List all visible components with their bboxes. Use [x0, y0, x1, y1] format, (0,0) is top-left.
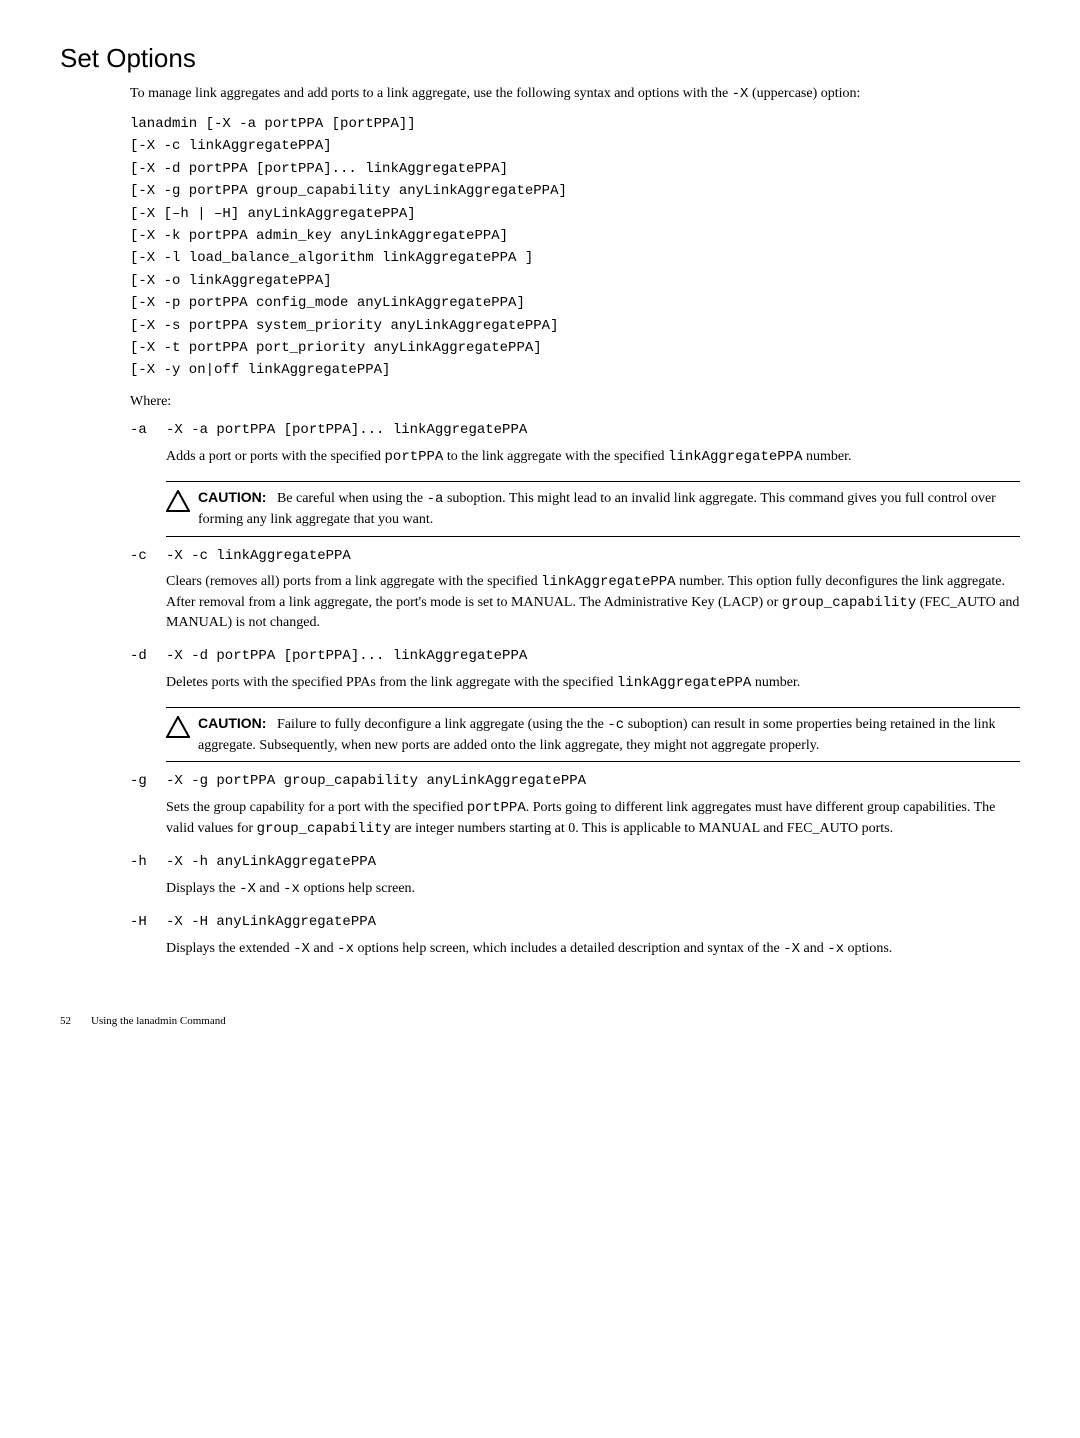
caution-label: CAUTION:: [198, 715, 266, 731]
opt-g-c1: portPPA: [467, 800, 526, 816]
syntax-line-5: [-X -k portPPA admin_key anyLinkAggregat…: [130, 225, 1020, 247]
option-h-cmd: -X -h anyLinkAggregatePPA: [166, 853, 1020, 873]
opt-H-d2: and: [310, 941, 337, 956]
syntax-line-8: [-X -p portPPA config_mode anyLinkAggreg…: [130, 292, 1020, 314]
option-a-desc-mid: to the link aggregate with the specified: [443, 449, 668, 464]
opt-H-d4: and: [800, 941, 827, 956]
syntax-line-9: [-X -s portPPA system_priority anyLinkAg…: [130, 315, 1020, 337]
syntax-line-0-pre: lanadmin: [130, 116, 206, 132]
option-h-key: -h: [130, 853, 166, 873]
opt-h-d2: and: [256, 881, 283, 896]
intro-text: To manage link aggregates and add ports …: [130, 84, 1020, 105]
option-big-h: -H -X -H anyLinkAggregatePPA Displays th…: [130, 913, 1020, 963]
caution1-pre: Be careful when using the: [277, 491, 427, 506]
syntax-line-7: [-X -o linkAggregatePPA]: [130, 270, 1020, 292]
opt-h-d1: Displays the: [166, 881, 239, 896]
caution2-code: -c: [607, 717, 624, 733]
intro-code: -X: [732, 86, 749, 102]
opt-c-c2: group_capability: [782, 595, 916, 611]
option-a-desc-pre: Adds a port or ports with the specified: [166, 449, 385, 464]
opt-c-c1: linkAggregatePPA: [541, 574, 675, 590]
option-c-key: -c: [130, 547, 166, 567]
opt-H-d3: options help screen, which includes a de…: [354, 941, 783, 956]
page-footer: 52 Using the lanadmin Command: [60, 1014, 1020, 1029]
option-g-desc: Sets the group capability for a port wit…: [166, 798, 1020, 839]
option-c-desc: Clears (removes all) ports from a link a…: [166, 572, 1020, 633]
syntax-line-2: [-X -d portPPA [portPPA]... linkAggregat…: [130, 158, 1020, 180]
opt-h-c2: -x: [283, 881, 300, 897]
option-a-cmd: -X -a portPPA [portPPA]... linkAggregate…: [166, 421, 1020, 441]
page-number: 52: [60, 1015, 71, 1027]
opt-H-d1: Displays the extended: [166, 941, 293, 956]
option-g-cmd: -X -g portPPA group_capability anyLinkAg…: [166, 772, 1020, 792]
caution2-pre: Failure to fully deconfigure a link aggr…: [277, 717, 607, 732]
opt-g-d3: are integer numbers starting at 0. This …: [391, 821, 893, 836]
caution1-code: -a: [427, 491, 444, 507]
option-a-key: -a: [130, 421, 166, 441]
opt-c-d1: Clears (removes all) ports from a link a…: [166, 574, 541, 589]
syntax-block: lanadmin [-X -a portPPA [portPPA]] [-X -…: [130, 113, 1020, 382]
opt-H-c3: -X: [783, 941, 800, 957]
opt-h-d3: options help screen.: [300, 881, 415, 896]
option-h-desc: Displays the -X and -x options help scre…: [166, 879, 1020, 900]
opt-d-d2: number.: [751, 675, 800, 690]
syntax-line-0: [-X -a portPPA [portPPA]]: [206, 116, 416, 132]
option-a-desc-code1: portPPA: [385, 449, 444, 465]
syntax-line-11: [-X -y on|off linkAggregatePPA]: [130, 359, 1020, 381]
opt-H-c2: -x: [337, 941, 354, 957]
option-big-h-desc: Displays the extended -X and -x options …: [166, 939, 1020, 960]
intro-suffix: (uppercase) option:: [748, 86, 860, 101]
syntax-line-6: [-X -l load_balance_algorithm linkAggreg…: [130, 247, 1020, 269]
option-c-cmd: -X -c linkAggregatePPA: [166, 547, 1020, 567]
option-a-desc-code2: linkAggregatePPA: [668, 449, 802, 465]
syntax-line-4: [-X [–h | –H] anyLinkAggregatePPA]: [130, 203, 1020, 225]
intro-prefix: To manage link aggregates and add ports …: [130, 86, 732, 101]
caution-box-1: CAUTION: Be careful when using the -a su…: [166, 481, 1020, 536]
footer-title: Using the lanadmin Command: [91, 1015, 226, 1027]
option-a-desc: Adds a port or ports with the specified …: [166, 447, 1020, 468]
option-d-key: -d: [130, 647, 166, 667]
opt-H-c4: -x: [827, 941, 844, 957]
option-big-h-cmd: -X -H anyLinkAggregatePPA: [166, 913, 1020, 933]
opt-g-d1: Sets the group capability for a port wit…: [166, 800, 467, 815]
caution-icon: [166, 716, 190, 738]
option-c: -c -X -c linkAggregatePPA Clears (remove…: [130, 547, 1020, 637]
syntax-line-10: [-X -t portPPA port_priority anyLinkAggr…: [130, 337, 1020, 359]
option-a: -a -X -a portPPA [portPPA]... linkAggreg…: [130, 421, 1020, 471]
opt-h-c1: -X: [239, 881, 256, 897]
opt-d-c1: linkAggregatePPA: [617, 675, 751, 691]
option-g: -g -X -g portPPA group_capability anyLin…: [130, 772, 1020, 843]
section-heading: Set Options: [60, 40, 1020, 76]
option-big-h-key: -H: [130, 913, 166, 933]
syntax-line-1: [-X -c linkAggregatePPA]: [130, 135, 1020, 157]
option-h: -h -X -h anyLinkAggregatePPA Displays th…: [130, 853, 1020, 903]
option-g-key: -g: [130, 772, 166, 792]
caution-icon: [166, 490, 190, 512]
syntax-line-3: [-X -g portPPA group_capability anyLinkA…: [130, 180, 1020, 202]
where-label: Where:: [130, 392, 1020, 412]
caution-label: CAUTION:: [198, 489, 266, 505]
option-d: -d -X -d portPPA [portPPA]... linkAggreg…: [130, 647, 1020, 697]
opt-d-d1: Deletes ports with the specified PPAs fr…: [166, 675, 617, 690]
opt-H-c1: -X: [293, 941, 310, 957]
option-d-cmd: -X -d portPPA [portPPA]... linkAggregate…: [166, 647, 1020, 667]
option-d-desc: Deletes ports with the specified PPAs fr…: [166, 673, 1020, 694]
caution-box-2: CAUTION: Failure to fully deconfigure a …: [166, 707, 1020, 762]
opt-H-d5: options.: [844, 941, 892, 956]
opt-g-c2: group_capability: [257, 821, 391, 837]
option-a-desc-suf: number.: [802, 449, 851, 464]
